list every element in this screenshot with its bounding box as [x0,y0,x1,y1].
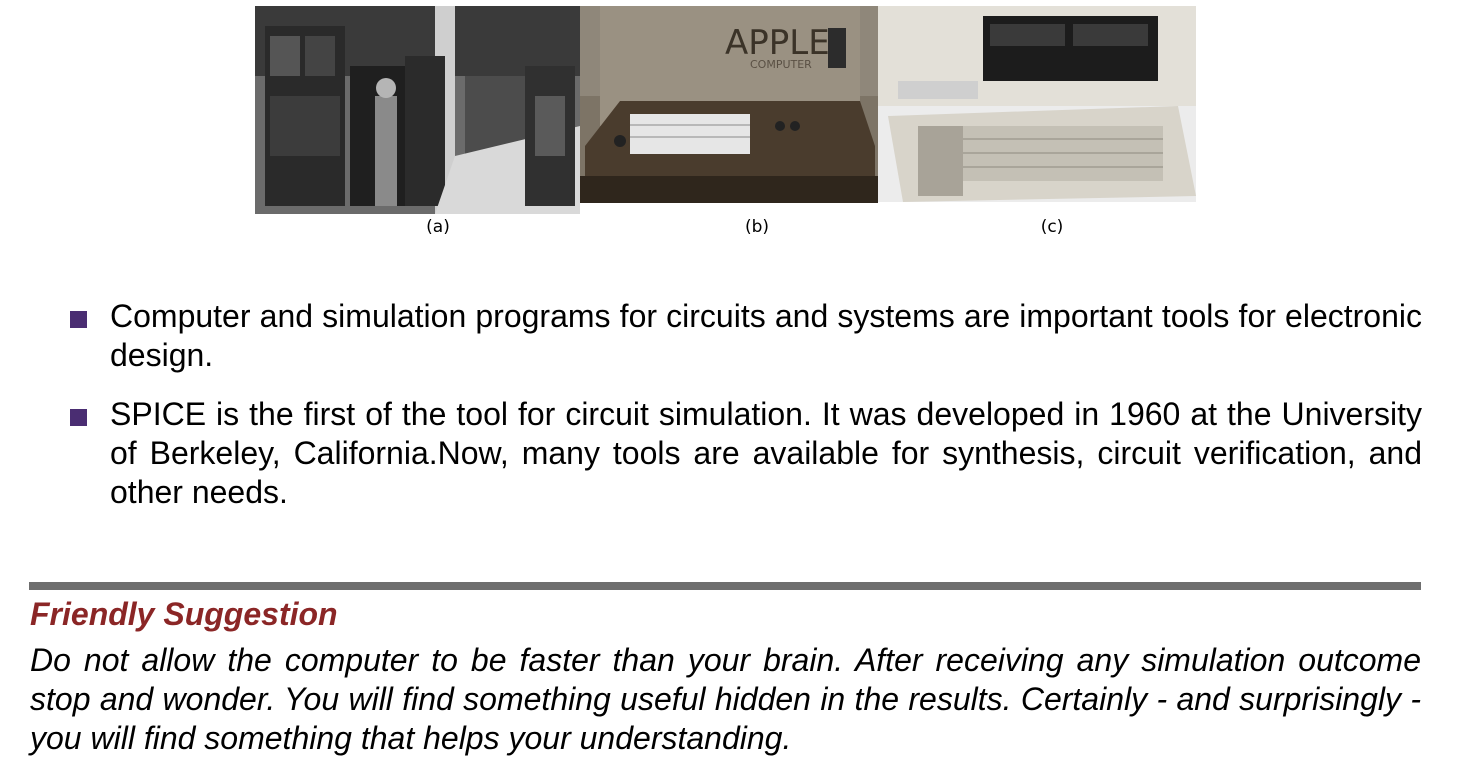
caption-c: (c) [1040,217,1064,237]
bullet-square-icon [70,311,87,328]
bullet-square-icon [70,409,87,426]
bullet-text: Computer and simulation programs for cir… [110,298,1422,373]
bullet-item: Computer and simulation programs for cir… [68,297,1422,375]
block-divider [29,582,1421,590]
bullet-text: SPICE is the first of the tool for circu… [110,396,1422,510]
suggestion-body: Do not allow the computer to be faster t… [30,642,1421,756]
figure-photos: APPLE COMPUTER [255,6,1197,216]
caption-b: (b) [744,217,770,237]
bullet-item: SPICE is the first of the tool for circu… [68,395,1422,512]
apple-1-photo: APPLE COMPUTER [580,6,878,203]
eniac-photo [255,6,580,214]
suggestion-title: Friendly Suggestion [30,596,338,632]
bullet-list: Computer and simulation programs for cir… [68,297,1422,532]
apple-sign-text: APPLE [725,23,830,63]
caption-a: (a) [426,217,450,237]
apple-sign-subtext: COMPUTER [750,58,812,71]
ibm-pc-photo [878,6,1196,202]
